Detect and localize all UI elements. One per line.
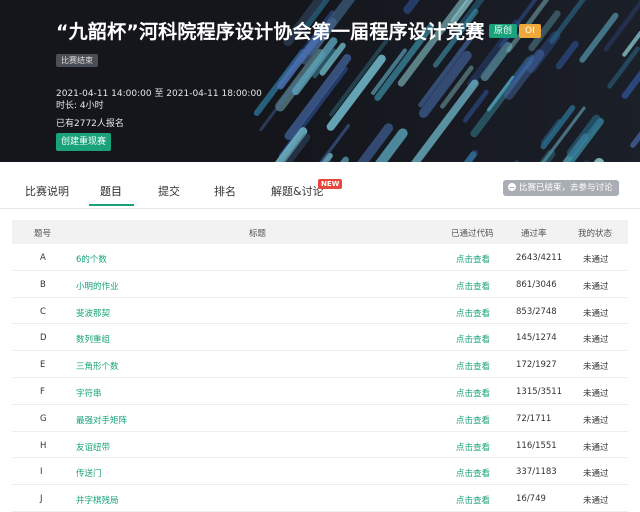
contest-duration: 时长: 4小时 — [56, 101, 104, 111]
minus-circle-icon — [508, 183, 516, 191]
oi-tag: OI — [519, 24, 541, 38]
table-row: C 斐波那契 点击查看 853/2748 未通过 — [12, 298, 628, 325]
pass-rate: 72/1711 — [516, 413, 552, 424]
view-passed-code-link[interactable]: 点击查看 — [456, 387, 490, 399]
my-status: 未通过 — [583, 308, 609, 319]
problem-title-link[interactable]: 最强对手矩阵 — [76, 414, 127, 426]
tab-problems[interactable]: 题目 — [100, 183, 122, 199]
pass-rate: 1315/3511 — [516, 386, 563, 397]
problem-title-link[interactable]: 数列重组 — [76, 333, 110, 345]
table-row: G 最强对手矩阵 点击查看 72/1711 未通过 — [12, 405, 628, 432]
contest-status-badge: 比赛结束 — [56, 54, 98, 67]
contest-ended-discuss-button[interactable]: 比赛已结束，去参与讨论 — [503, 180, 619, 196]
contest-nav: 比赛说明 题目 提交 排名 解题&讨论 NEW 比赛已结束，去参与讨论 — [0, 172, 640, 209]
view-passed-code-link[interactable]: 点击查看 — [456, 360, 490, 372]
registered-count: 已有2772人报名 — [56, 119, 124, 129]
my-status: 未通过 — [583, 415, 609, 426]
header-my-status: 我的状态 — [578, 229, 613, 239]
my-status: 未通过 — [583, 335, 609, 346]
table-row: A 6的个数 点击查看 2643/4211 未通过 — [12, 244, 628, 271]
pass-rate: 16/749 — [516, 494, 546, 505]
view-passed-code-link[interactable]: 点击查看 — [456, 467, 490, 479]
header-pass-rate: 通过率 — [521, 229, 547, 239]
pass-rate: 853/2748 — [516, 306, 557, 317]
my-status: 未通过 — [583, 255, 609, 265]
tab-solutions-discussion[interactable]: 解题&讨论 — [271, 183, 324, 199]
problem-title-link[interactable]: 传送门 — [76, 467, 102, 479]
view-passed-code-link[interactable]: 点击查看 — [456, 494, 490, 506]
contest-ended-discuss-label: 比赛已结束，去参与讨论 — [519, 183, 613, 193]
problem-id: C — [40, 306, 46, 317]
table-row: I 传送门 点击查看 337/1183 未通过 — [12, 458, 628, 486]
pass-rate: 337/1183 — [516, 467, 557, 478]
view-passed-code-link[interactable]: 点击查看 — [456, 441, 490, 453]
table-row: D 数列重组 点击查看 145/1274 未通过 — [12, 324, 628, 352]
my-status: 未通过 — [583, 442, 609, 453]
my-status: 未通过 — [583, 496, 609, 507]
tab-submit[interactable]: 提交 — [158, 183, 180, 199]
nav-divider — [0, 208, 640, 209]
pass-rate: 2643/4211 — [516, 253, 563, 263]
problem-id: J — [40, 494, 43, 505]
problem-id: I — [40, 467, 43, 478]
problem-id: B — [40, 279, 46, 290]
table-row: E 三角形个数 点击查看 172/1927 未通过 — [12, 351, 628, 378]
problem-title-link[interactable]: 字符串 — [76, 387, 102, 399]
problem-title-link[interactable]: 三角形个数 — [76, 360, 119, 372]
header-passed-code: 已通过代码 — [451, 229, 494, 239]
view-passed-code-link[interactable]: 点击查看 — [456, 307, 490, 319]
tab-contest-info[interactable]: 比赛说明 — [25, 183, 69, 199]
contest-banner: “九韶杯”河科院程序设计协会第一届程序设计竞赛 原创 OI 比赛结束 2021-… — [0, 0, 640, 162]
problem-id: H — [40, 440, 47, 451]
table-row: F 字符串 点击查看 1315/3511 未通过 — [12, 378, 628, 405]
my-status: 未通过 — [583, 469, 609, 480]
create-replay-button[interactable]: 创建重现赛 — [56, 133, 112, 151]
tab-ranking[interactable]: 排名 — [214, 183, 236, 199]
new-badge: NEW — [318, 179, 343, 189]
view-passed-code-link[interactable]: 点击查看 — [456, 280, 490, 292]
problem-id: E — [40, 360, 46, 371]
table-row: J 井字棋残局 点击查看 16/749 未通过 — [12, 485, 628, 512]
problem-id: F — [40, 386, 45, 397]
pass-rate: 861/3046 — [516, 279, 557, 290]
my-status: 未通过 — [583, 388, 609, 399]
table-row: B 小明的作业 点击查看 861/3046 未通过 — [12, 271, 628, 298]
problem-table: 题号 标题 已通过代码 通过率 我的状态 A 6的个数 点击查看 2643/4211 未… — [12, 220, 628, 512]
original-tag: 原创 — [489, 24, 518, 38]
active-tab-indicator — [89, 204, 134, 206]
problem-title-link[interactable]: 友谊纽带 — [76, 441, 110, 453]
pass-rate: 116/1551 — [516, 440, 557, 451]
my-status: 未通过 — [583, 281, 609, 292]
view-passed-code-link[interactable]: 点击查看 — [456, 414, 490, 426]
problem-title-link[interactable]: 小明的作业 — [76, 280, 119, 292]
table-row: H 友谊纽带 点击查看 116/1551 未通过 — [12, 432, 628, 459]
problem-title-link[interactable]: 斐波那契 — [76, 307, 110, 319]
problem-title-link[interactable]: 6的个数 — [76, 253, 107, 265]
table-header: 题号 标题 已通过代码 通过率 我的状态 — [12, 220, 628, 244]
problem-id: G — [40, 413, 47, 424]
header-id: 题号 — [34, 229, 52, 239]
problem-id: A — [40, 253, 46, 263]
my-status: 未通过 — [583, 362, 609, 373]
pass-rate: 172/1927 — [516, 360, 557, 371]
header-title: 标题 — [249, 229, 267, 239]
contest-title: “九韶杯”河科院程序设计协会第一届程序设计竞赛 — [56, 21, 485, 43]
view-passed-code-link[interactable]: 点击查看 — [456, 333, 490, 345]
pass-rate: 145/1274 — [516, 333, 557, 344]
problem-id: D — [40, 333, 47, 344]
problem-title-link[interactable]: 井字棋残局 — [76, 494, 119, 506]
view-passed-code-link[interactable]: 点击查看 — [456, 253, 490, 265]
